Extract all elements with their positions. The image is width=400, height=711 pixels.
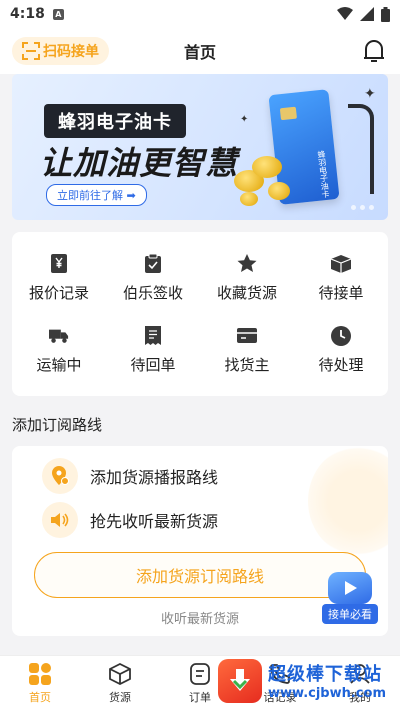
promo-banner[interactable]: 蜂羽电子油卡 让加油更智慧 立即前往了解 ➡ 蜂羽电子油卡 ✦ ✦	[12, 74, 388, 220]
coin-illustration	[268, 182, 290, 200]
download-arrow-icon	[230, 668, 250, 691]
notification-button[interactable]	[360, 37, 388, 65]
battery-icon	[381, 6, 390, 22]
speaker-icon	[51, 513, 69, 527]
banner-slogan: 让加油更智慧	[40, 144, 239, 182]
scan-icon	[22, 42, 40, 60]
video-play-icon	[328, 572, 372, 604]
must-read-float-button[interactable]: 接单必看	[322, 570, 378, 626]
app-header: 扫码接单 首页	[0, 28, 400, 74]
banner-pagination	[351, 205, 374, 210]
signal-icon	[360, 7, 374, 21]
function-grid: 报价记录 伯乐签收 收藏货源 待接单 运输中 待回单 找货主 待处理	[12, 232, 388, 396]
grid-item-label: 待处理	[318, 355, 364, 374]
tab-label: 货源	[109, 691, 131, 704]
banner-brand: 蜂羽电子油卡	[44, 104, 186, 138]
subscribe-row-label: 添加货源播报路线	[90, 468, 219, 487]
site-watermark: 超级棒下载站 www.cjbwh.com	[218, 650, 400, 711]
card-text: 蜂羽电子油卡	[316, 149, 331, 199]
fuel-nozzle-illustration	[348, 104, 374, 194]
star-icon	[237, 254, 257, 272]
receipt-icon	[145, 326, 161, 345]
sign-doc-icon	[145, 254, 161, 273]
wifi-icon	[337, 7, 353, 20]
grid-item-label: 待回单	[130, 355, 176, 374]
cube-icon	[109, 663, 131, 685]
status-bar: 4:18 A	[0, 0, 400, 28]
grid-item-label: 伯乐签收	[122, 283, 183, 302]
scan-order-label: 扫码接单	[43, 44, 99, 60]
grid-item-find-shipper[interactable]: 找货主	[200, 314, 294, 386]
card-icon	[237, 328, 257, 343]
home-grid-icon	[29, 663, 51, 685]
sparkle-icon: ✦	[240, 114, 249, 125]
order-icon	[190, 663, 210, 685]
notification-badge: A	[52, 8, 64, 20]
coin-illustration	[240, 192, 258, 206]
grid-item-in-transit[interactable]: 运输中	[12, 314, 106, 386]
float-badge-label: 接单必看	[322, 604, 378, 624]
grid-item-pending-receipt[interactable]: 待回单	[106, 314, 200, 386]
grid-item-label: 报价记录	[28, 283, 89, 302]
grid-item-quote-records[interactable]: 报价记录	[12, 242, 106, 314]
tab-label: 首页	[29, 691, 51, 704]
watermark-title: 超级棒下载站	[268, 664, 382, 685]
truck-icon	[49, 329, 69, 343]
bell-icon	[364, 40, 384, 62]
grid-item-label: 找货主	[224, 355, 270, 374]
status-time: 4:18	[10, 6, 45, 22]
tab-home[interactable]: 首页	[0, 656, 80, 711]
grid-item-label: 运输中	[36, 355, 82, 374]
section-title-subscribe: 添加订阅路线	[12, 416, 103, 434]
grid-item-pending-accept[interactable]: 待接单	[294, 242, 388, 314]
watermark-url: www.cjbwh.com	[268, 686, 386, 701]
yen-doc-icon	[51, 254, 67, 273]
box-icon	[331, 254, 351, 273]
grid-item-bole-signoff[interactable]: 伯乐签收	[106, 242, 200, 314]
scan-order-button[interactable]: 扫码接单	[12, 37, 109, 65]
grid-item-label: 收藏货源	[216, 283, 277, 302]
grid-item-pending-handle[interactable]: 待处理	[294, 314, 388, 386]
card-chip	[279, 106, 297, 121]
tab-label: 订单	[189, 691, 211, 704]
coin-illustration	[252, 156, 282, 178]
grid-item-favorite-cargo[interactable]: 收藏货源	[200, 242, 294, 314]
tab-cargo[interactable]: 货源	[80, 656, 160, 711]
banner-cta-button[interactable]: 立即前往了解 ➡	[46, 184, 147, 206]
location-pin-icon	[52, 466, 69, 485]
sparkle-icon: ✦	[364, 86, 376, 102]
grid-item-label: 待接单	[318, 283, 364, 302]
subscribe-row-label: 抢先收听最新货源	[90, 512, 219, 531]
clock-icon	[331, 325, 351, 346]
watermark-logo	[218, 658, 262, 703]
add-subscribe-route-button[interactable]: 添加货源订阅路线	[34, 552, 366, 598]
